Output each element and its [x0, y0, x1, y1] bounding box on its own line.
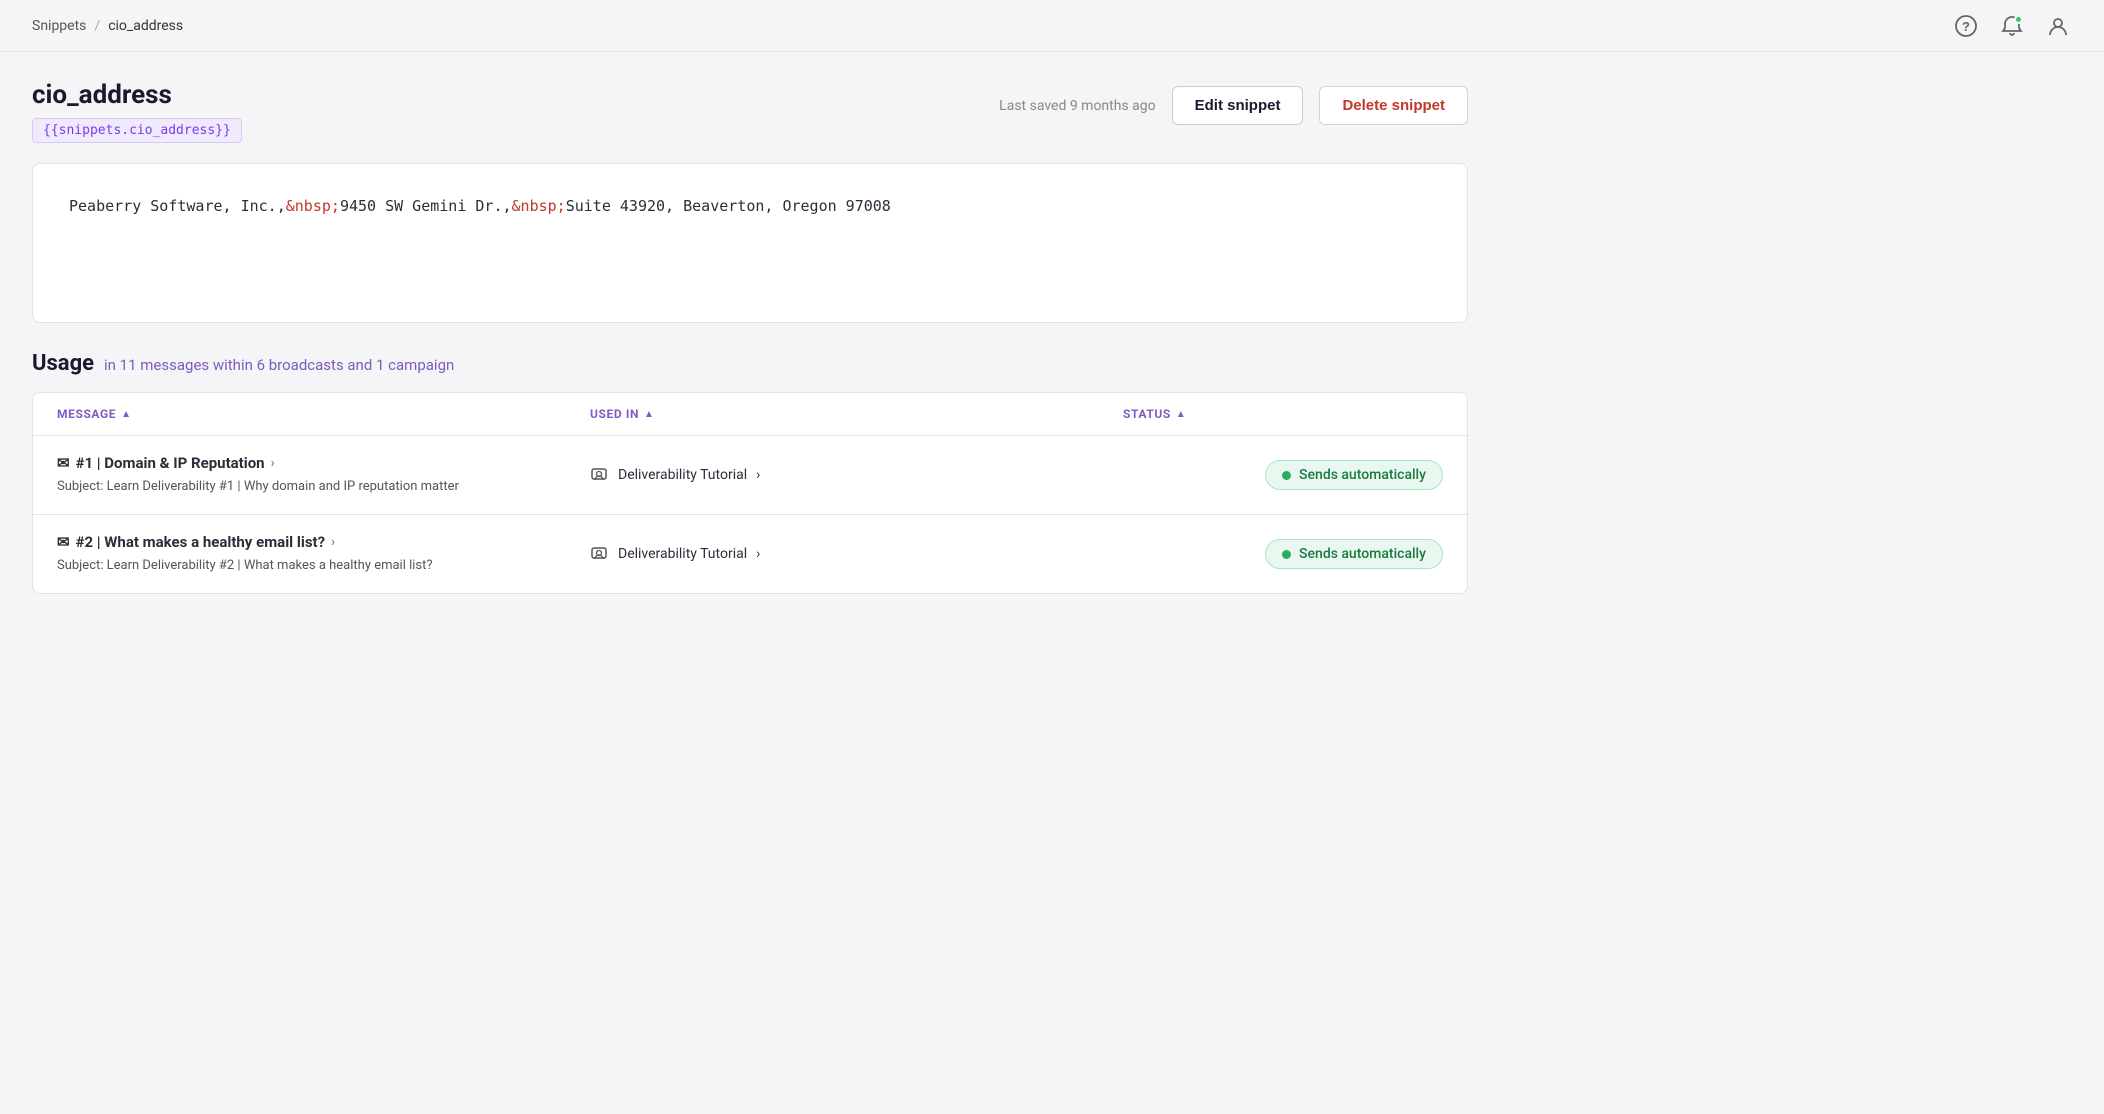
campaign-icon-1 [590, 466, 612, 484]
nav-icons: ? [1952, 12, 2072, 40]
message-sort-arrow: ▲ [121, 409, 132, 420]
svg-text:?: ? [1962, 19, 1970, 34]
breadcrumb-current: cio_address [108, 18, 183, 34]
used-in-chevron-2: › [756, 546, 760, 562]
snippet-preview: Peaberry Software, Inc.,&nbsp;9450 SW Ge… [32, 163, 1468, 323]
message-cell-1: ✉ #1 | Domain & IP Reputation › Subject:… [57, 454, 590, 496]
message-subject-1: Subject: Learn Deliverability #1 | Why d… [57, 478, 590, 496]
user-icon[interactable] [2044, 12, 2072, 40]
campaign-icon-2 [590, 545, 612, 563]
table-header: MESSAGE ▲ USED IN ▲ STATUS ▲ [33, 393, 1467, 436]
chevron-icon-1: › [271, 456, 275, 471]
page-header-right: Last saved 9 months ago Edit snippet Del… [999, 86, 1468, 125]
edit-snippet-button[interactable]: Edit snippet [1172, 86, 1304, 125]
col-message[interactable]: MESSAGE ▲ [57, 407, 590, 421]
used-in-link-1[interactable]: Deliverability Tutorial › [590, 466, 760, 484]
table-row: ✉ #1 | Domain & IP Reputation › Subject:… [33, 436, 1467, 515]
used-in-link-2[interactable]: Deliverability Tutorial › [590, 545, 760, 563]
col-status[interactable]: STATUS ▲ [1123, 407, 1443, 421]
page-header-left: cio_address {{snippets.cio_address}} [32, 80, 242, 143]
usage-header: Usage in 11 messages within 6 broadcasts… [32, 351, 1468, 376]
email-icon-2: ✉ [57, 533, 70, 551]
status-cell-2: Sends automatically [1123, 539, 1443, 569]
status-badge-2: Sends automatically [1265, 539, 1443, 569]
usage-table: MESSAGE ▲ USED IN ▲ STATUS ▲ ✉ #1 | Doma… [32, 392, 1468, 594]
status-cell-1: Sends automatically [1123, 460, 1443, 490]
used-in-chevron-1: › [756, 467, 760, 483]
breadcrumb-separator: / [94, 18, 100, 34]
used-in-cell-2: Deliverability Tutorial › [590, 545, 1123, 563]
email-icon-1: ✉ [57, 454, 70, 472]
chevron-icon-2: › [331, 535, 335, 550]
help-icon[interactable]: ? [1952, 12, 1980, 40]
preview-text: Peaberry Software, Inc.,&nbsp;9450 SW Ge… [69, 197, 891, 215]
last-saved-text: Last saved 9 months ago [999, 98, 1155, 114]
notification-dot [2014, 15, 2023, 24]
breadcrumb-snippets[interactable]: Snippets [32, 18, 86, 34]
main-content: cio_address {{snippets.cio_address}} Las… [0, 52, 1500, 622]
used-in-sort-arrow: ▲ [644, 409, 655, 420]
used-in-cell-1: Deliverability Tutorial › [590, 466, 1123, 484]
delete-snippet-button[interactable]: Delete snippet [1319, 86, 1468, 125]
status-label-2: Sends automatically [1299, 546, 1426, 562]
snippet-tag: {{snippets.cio_address}} [32, 118, 242, 143]
table-row: ✉ #2 | What makes a healthy email list? … [33, 515, 1467, 593]
top-nav: Snippets / cio_address ? [0, 0, 2104, 52]
message-cell-2: ✉ #2 | What makes a healthy email list? … [57, 533, 590, 575]
usage-title: Usage [32, 351, 94, 376]
message-link-1[interactable]: ✉ #1 | Domain & IP Reputation › [57, 454, 590, 472]
breadcrumb: Snippets / cio_address [32, 18, 183, 34]
col-used-in[interactable]: USED IN ▲ [590, 407, 1123, 421]
status-sort-arrow: ▲ [1176, 409, 1187, 420]
message-subject-2: Subject: Learn Deliverability #2 | What … [57, 557, 590, 575]
message-link-2[interactable]: ✉ #2 | What makes a healthy email list? … [57, 533, 590, 551]
page-title: cio_address [32, 80, 242, 110]
status-badge-1: Sends automatically [1265, 460, 1443, 490]
notification-icon[interactable] [1998, 12, 2026, 40]
status-dot-2 [1282, 550, 1291, 559]
status-dot-1 [1282, 471, 1291, 480]
status-label-1: Sends automatically [1299, 467, 1426, 483]
page-header: cio_address {{snippets.cio_address}} Las… [32, 80, 1468, 143]
usage-subtitle: in 11 messages within 6 broadcasts and 1… [104, 356, 454, 374]
